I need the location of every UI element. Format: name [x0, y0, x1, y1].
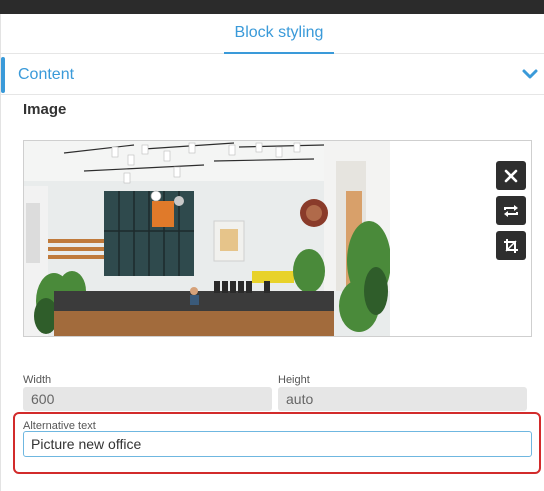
image-section-label: Image: [23, 101, 67, 118]
alt-text-input[interactable]: [23, 431, 532, 457]
replace-image-button[interactable]: [496, 196, 526, 225]
crop-icon: [504, 238, 518, 253]
top-toolbar-strip: [0, 0, 544, 14]
width-field[interactable]: 600: [23, 387, 272, 411]
swap-icon: [504, 204, 518, 217]
chevron-down-icon[interactable]: [521, 67, 539, 81]
content-section-header[interactable]: Content: [1, 55, 544, 95]
tab-block-styling[interactable]: Block styling: [224, 14, 334, 54]
office-photo[interactable]: [24, 141, 390, 336]
section-active-marker: [1, 57, 5, 93]
section-title: Content: [18, 66, 75, 83]
crop-image-button[interactable]: [496, 231, 526, 260]
close-icon: [504, 169, 518, 182]
height-field[interactable]: auto: [278, 387, 527, 411]
image-preview-frame: [23, 140, 532, 337]
height-label: Height: [278, 374, 310, 386]
width-label: Width: [23, 374, 52, 386]
tab-bar: Block styling: [1, 14, 544, 54]
remove-image-button[interactable]: [496, 161, 526, 190]
